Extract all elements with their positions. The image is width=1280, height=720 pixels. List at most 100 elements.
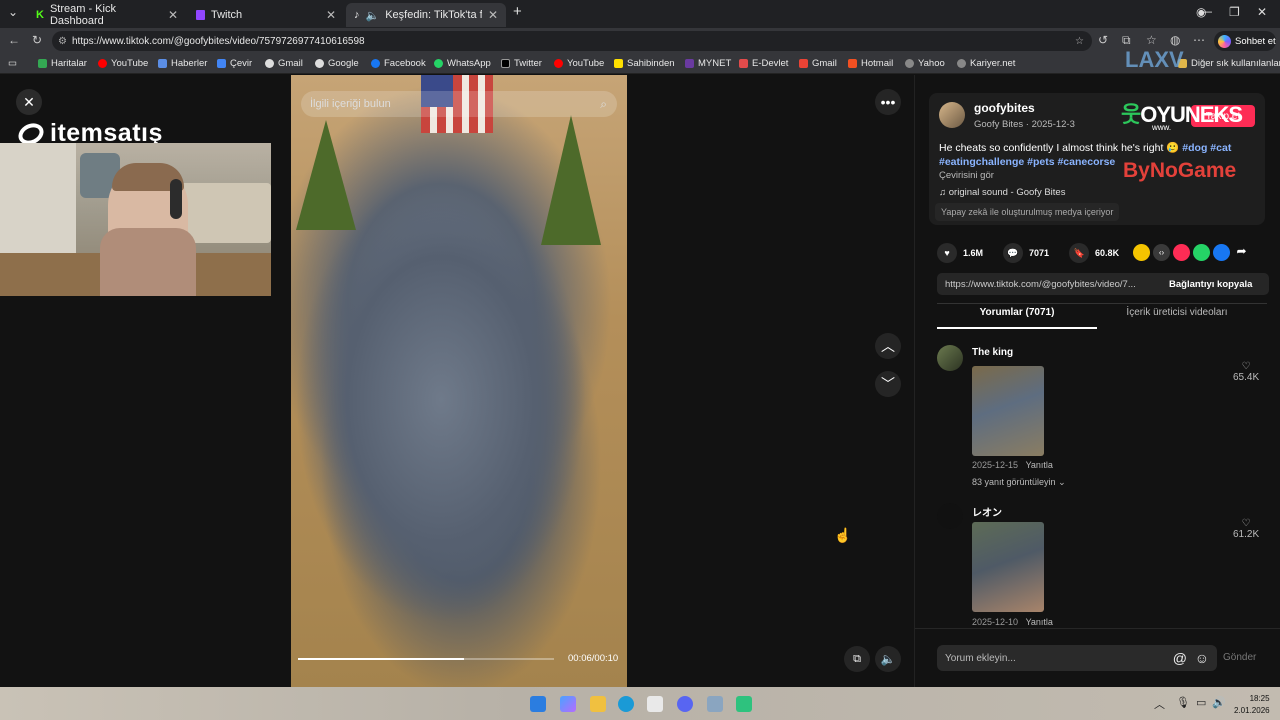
star-icon[interactable]: ☆ (1075, 36, 1084, 47)
comment-like[interactable]: ♡ 65.4K (1233, 361, 1259, 383)
comment-username[interactable]: レオン (972, 504, 1002, 519)
speaker-icon[interactable]: 🔈 (366, 9, 380, 22)
volume-button[interactable]: 🔈 (875, 646, 901, 672)
reply-button[interactable]: Yanıtla (1026, 460, 1053, 470)
bookmark-mynet[interactable]: MYNET (685, 58, 731, 69)
more-options-button[interactable]: ••• (875, 89, 901, 115)
search-icon[interactable]: ⌕ (600, 97, 607, 112)
tab-list-icon[interactable]: ⌄ (8, 5, 18, 19)
embed-icon[interactable]: ‹› (1153, 244, 1170, 261)
bookmark-haritalar[interactable]: Haritalar (38, 58, 87, 69)
reply-button[interactable]: Yanıtla (1026, 617, 1053, 627)
bookmark-yahoo[interactable]: Yahoo (905, 58, 945, 69)
kick-app-icon[interactable] (736, 696, 752, 712)
store-icon[interactable] (647, 696, 663, 712)
reload-icon[interactable]: ↻ (32, 33, 42, 47)
other-favorites-folder[interactable]: Diğer sık kullanılanlar (1178, 58, 1280, 69)
bookmark-kariyer[interactable]: Kariyer.net (957, 58, 1015, 69)
edge-icon[interactable] (618, 696, 634, 712)
avatar[interactable] (939, 102, 965, 128)
bookmark-sahibinden[interactable]: Sahibinden (614, 58, 675, 69)
bookmark-gmail-2[interactable]: Gmail (799, 58, 837, 69)
comment-image[interactable] (972, 522, 1044, 612)
tray-chevron-icon[interactable]: ︿ (1154, 696, 1165, 712)
bookmark-youtube-2[interactable]: YouTube (554, 58, 604, 69)
file-explorer-icon[interactable] (590, 696, 606, 712)
refresh-extension-icon[interactable]: ↺ (1098, 33, 1108, 47)
see-translation-link[interactable]: Çevirisini gör (939, 170, 994, 181)
tab-tiktok[interactable]: ♪ 🔈 Keşfedin: TikTok'ta favori vide ✕ (346, 3, 506, 27)
bookmark-gmail[interactable]: Gmail (265, 58, 303, 69)
settings-icon[interactable] (707, 696, 723, 712)
window-minimize-button[interactable]: — (1200, 4, 1212, 18)
extensions-icon[interactable]: ⧉ (1122, 33, 1131, 48)
floating-player-button[interactable]: ⧉ (844, 646, 870, 672)
repost-icon[interactable] (1173, 244, 1190, 261)
start-icon[interactable] (530, 696, 546, 712)
close-icon[interactable]: ✕ (168, 8, 178, 22)
tab-creator-videos[interactable]: İçerik üreticisi videoları (1097, 303, 1257, 329)
new-tab-button[interactable]: + (513, 3, 522, 20)
avatar[interactable] (937, 345, 963, 371)
window-maximize-button[interactable]: ❐ (1229, 5, 1240, 19)
discord-icon[interactable] (677, 696, 693, 712)
comment-image[interactable] (972, 366, 1044, 456)
volume-tray-icon[interactable]: 🔊 (1212, 696, 1226, 709)
comment-username[interactable]: The king (972, 347, 1013, 358)
close-icon[interactable]: ✕ (326, 8, 336, 22)
next-video-button[interactable]: ﹀ (875, 371, 901, 397)
facebook-share-icon[interactable] (1213, 244, 1230, 261)
copilot-chat-button[interactable]: Sohbet et (1214, 31, 1276, 51)
view-replies-button[interactable]: 83 yanıt görüntüleyin ⌄ (972, 477, 1066, 488)
comment-button[interactable]: 💬 (1003, 243, 1024, 263)
bookmark-edevlet[interactable]: E-Devlet (739, 58, 788, 69)
bookmark-sidebar-icon[interactable]: ▭ (8, 58, 17, 69)
bookmark-youtube[interactable]: YouTube (98, 58, 148, 69)
copy-link-button[interactable]: Bağlantıyı kopyala (1169, 279, 1252, 290)
site-info-icon[interactable]: ⚙ (58, 36, 67, 47)
tab-kick-dashboard[interactable]: K Stream - Kick Dashboard ✕ (28, 3, 186, 27)
comment-like[interactable]: ♡ 61.2K (1233, 518, 1259, 540)
share-arrow-icon[interactable]: ➦ (1233, 244, 1250, 261)
save-button[interactable]: 🔖 (1069, 243, 1090, 263)
window-close-button[interactable]: ✕ (1257, 5, 1267, 19)
microphone-icon[interactable]: 🎙 (1176, 696, 1190, 709)
favorites-icon[interactable]: ☆ (1146, 33, 1157, 47)
bookmark-cevir[interactable]: Çevir (217, 58, 252, 69)
bookmark-hotmail[interactable]: Hotmail (848, 58, 893, 69)
copilot-app-icon[interactable] (560, 696, 576, 712)
laxv-logo: LAXV (1125, 47, 1184, 72)
heart-icon[interactable]: ♡ (1233, 361, 1259, 372)
system-clock[interactable]: 18:25 2.01.2026 (1234, 693, 1270, 717)
bookmark-google[interactable]: Google (315, 58, 359, 69)
bookmark-twitter[interactable]: Twitter (501, 58, 542, 69)
send-button[interactable]: Gönder (1223, 652, 1256, 663)
like-button[interactable]: ♥ (937, 243, 957, 263)
tab-twitch[interactable]: Twitch ✕ (188, 3, 344, 27)
back-icon[interactable]: ← (8, 33, 20, 47)
close-icon[interactable]: ✕ (488, 8, 498, 22)
emoji-icon[interactable]: ☺ (1195, 650, 1209, 666)
video-link-field[interactable]: https://www.tiktok.com/@goofybites/video… (937, 273, 1269, 295)
heart-icon[interactable]: ♡ (1233, 518, 1259, 529)
bookmark-facebook[interactable]: Facebook (371, 58, 426, 69)
comment-input[interactable]: Yorum ekleyin... @ ☺ (937, 645, 1217, 671)
video-progress-bar[interactable] (298, 658, 554, 660)
sound-link[interactable]: ♫ original sound - Goofy Bites (939, 187, 1065, 198)
url-field[interactable]: ⚙ https://www.tiktok.com/@goofybites/vid… (52, 31, 1092, 51)
avatar[interactable] (937, 503, 963, 529)
tab-comments[interactable]: Yorumlar (7071) (937, 303, 1097, 329)
bookmark-whatsapp[interactable]: WhatsApp (434, 58, 491, 69)
post-username[interactable]: goofybites (974, 101, 1035, 115)
close-viewer-button[interactable]: ✕ (16, 89, 42, 115)
bookmark-haberler[interactable]: Haberler (158, 58, 207, 69)
previous-video-button[interactable]: ︿ (875, 333, 901, 359)
video-player[interactable]: İlgili içeriği bulun ⌕ 00:06/00:10 (291, 75, 627, 687)
mention-icon[interactable]: @ (1173, 650, 1187, 666)
coin-share-icon[interactable] (1133, 244, 1150, 261)
more-icon[interactable]: ⋯ (1193, 33, 1205, 47)
related-search-input[interactable]: İlgili içeriği bulun ⌕ (301, 91, 617, 117)
account-icon[interactable]: ◍ (1170, 33, 1180, 47)
whatsapp-share-icon[interactable] (1193, 244, 1210, 261)
network-icon[interactable]: ▭ (1196, 696, 1206, 709)
